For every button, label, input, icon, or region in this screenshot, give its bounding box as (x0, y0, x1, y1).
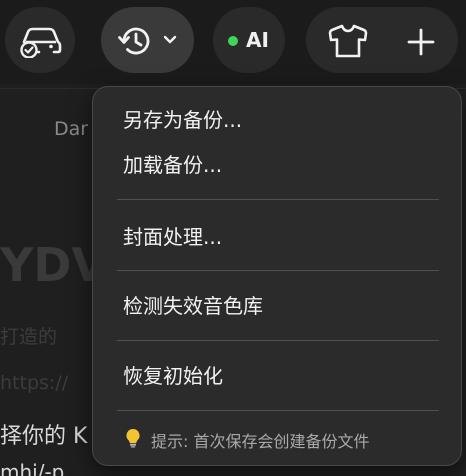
ai-button-label: AI (246, 28, 269, 52)
menu-divider (117, 199, 439, 200)
menu-item-load-backup[interactable]: 加载备份... (123, 152, 222, 178)
menu-hint: 提示: 首次保存会创建备份文件 (125, 428, 369, 452)
history-dropdown-menu: 另存为备份... 加载备份... 封面处理... 检测失效音色库 恢复初始化 提… (92, 86, 462, 466)
menu-item-restore-defaults[interactable]: 恢复初始化 (123, 363, 223, 389)
background-last-fragment: mhi/-p (0, 460, 65, 476)
app-window: AI Dar YDV 打造的 https:// 择你的 K mhi/-p 另存为… (0, 0, 466, 476)
shirt-icon[interactable] (324, 20, 372, 62)
background-link-fragment: https:// (0, 372, 69, 394)
menu-divider (117, 270, 439, 271)
menu-hint-text: 提示: 首次保存会创建备份文件 (151, 432, 370, 451)
menu-divider (117, 410, 439, 411)
background-line-fragment: 打造的 (0, 326, 58, 348)
plus-icon[interactable] (404, 26, 438, 58)
menu-divider (117, 340, 439, 341)
chevron-down-icon (161, 33, 179, 47)
lightbulb-icon (125, 428, 141, 452)
car-check-icon (14, 20, 66, 60)
menu-item-save-backup[interactable]: 另存为备份... (123, 107, 242, 133)
background-choose-fragment: 择你的 K (0, 424, 88, 449)
history-icon (114, 21, 156, 61)
menu-item-cover-processing[interactable]: 封面处理... (123, 224, 222, 250)
background-tab-fragment: Dar (54, 118, 89, 140)
ai-status-dot (228, 36, 238, 46)
menu-item-detect-broken-libraries[interactable]: 检测失效音色库 (123, 293, 263, 319)
